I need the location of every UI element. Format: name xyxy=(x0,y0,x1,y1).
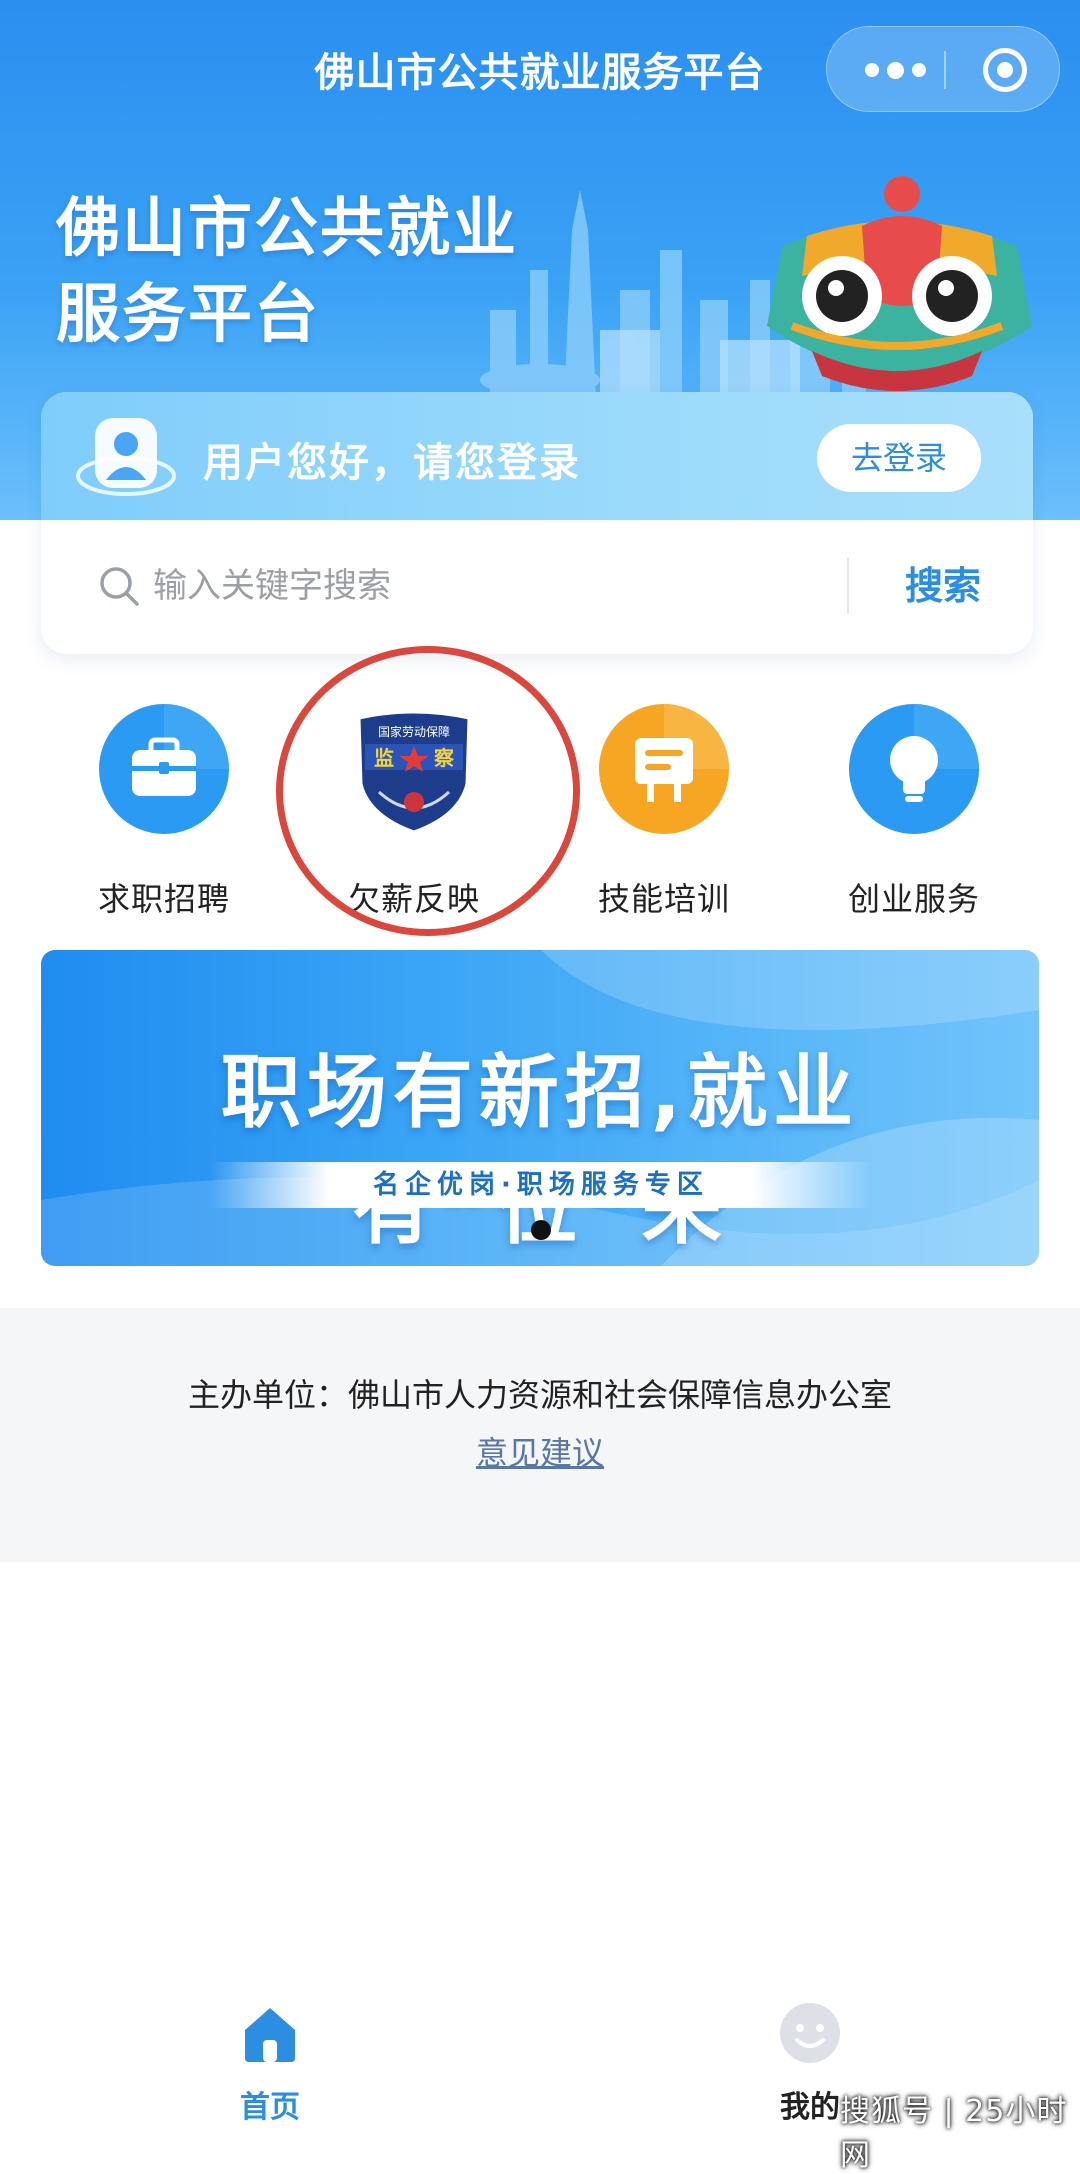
tab-home[interactable]: 首页 xyxy=(190,2000,350,2126)
service-skill-training[interactable]: 技能培训 xyxy=(564,704,764,920)
page-title: 佛山市公共就业 服务平台 xyxy=(56,186,518,358)
banner-subline: 名企优岗·职场服务专区 xyxy=(211,1162,871,1208)
service-label: 求职招聘 xyxy=(97,880,230,918)
login-greeting: 用户您好，请您登录 xyxy=(203,440,581,486)
service-label: 创业服务 xyxy=(847,880,980,918)
highlight-circle-annotation xyxy=(276,646,580,936)
feedback-link[interactable]: 意见建议 xyxy=(476,1434,604,1472)
service-label: 技能培训 xyxy=(597,880,730,918)
target-circle-icon[interactable] xyxy=(983,48,1027,92)
home-icon xyxy=(245,2008,295,2062)
host-organization: 主办单位：佛山市人力资源和社会保障信息办公室 xyxy=(187,1376,892,1414)
login-bar: 用户您好，请您登录 去登录 xyxy=(41,392,1033,520)
presentation-board-icon xyxy=(599,704,729,834)
capsule-divider xyxy=(944,51,946,89)
more-dots-icon[interactable] xyxy=(855,47,935,93)
footer: 主办单位：佛山市人力资源和社会保障信息办公室 意见建议 xyxy=(0,1308,1080,1562)
login-button[interactable]: 去登录 xyxy=(817,424,981,492)
lion-dance-mascot-icon xyxy=(767,176,1032,391)
search-button[interactable]: 搜索 xyxy=(873,556,1013,616)
user-avatar-icon xyxy=(76,418,176,496)
promo-banner[interactable]: 职场有新招,就业有“位”来 名企优岗·职场服务专区 xyxy=(41,950,1039,1266)
tab-label: 首页 xyxy=(240,2090,300,2125)
search-bar: 搜索 xyxy=(41,520,1033,654)
page-title-line2: 服务平台 xyxy=(56,278,320,352)
mini-program-capsule xyxy=(826,26,1060,112)
service-entrepreneurship[interactable]: 创业服务 xyxy=(814,704,1014,920)
search-divider xyxy=(847,558,849,614)
feedback-link-row: 意见建议 xyxy=(0,1428,1080,1474)
page-title-line1: 佛山市公共就业 xyxy=(56,192,518,266)
login-search-card: 用户您好，请您登录 去登录 搜索 xyxy=(41,392,1033,654)
watermark: 搜狐号 | 25小时网 xyxy=(840,2094,1068,2173)
search-icon xyxy=(100,567,139,606)
search-input[interactable] xyxy=(151,556,851,616)
service-job-seeking[interactable]: 求职招聘 xyxy=(64,704,264,920)
lightbulb-icon xyxy=(849,704,979,834)
smiley-icon xyxy=(780,2003,840,2063)
briefcase-icon xyxy=(99,704,229,834)
carousel-indicator xyxy=(531,1220,551,1240)
